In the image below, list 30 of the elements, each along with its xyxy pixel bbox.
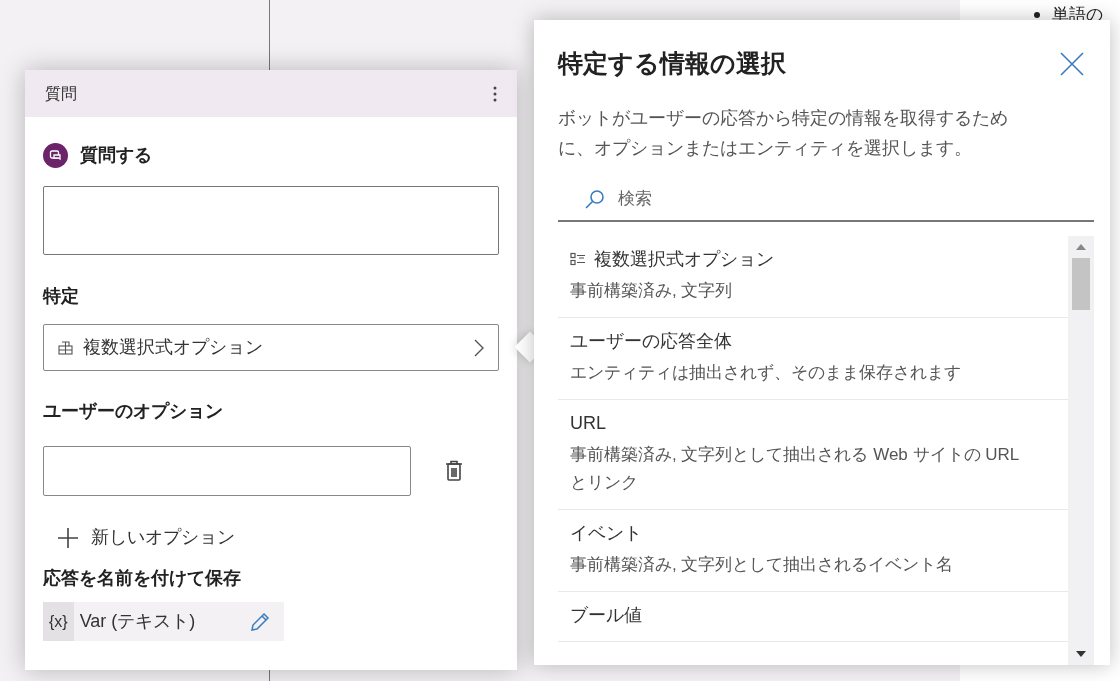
scroll-up-icon[interactable] xyxy=(1076,243,1086,250)
message-field[interactable] xyxy=(43,186,499,255)
close-icon[interactable] xyxy=(1060,51,1084,76)
variable-chip[interactable]: {x} Var (テキスト) xyxy=(43,602,284,641)
identify-select[interactable]: 複数選択式オプション xyxy=(43,324,499,371)
field-label: 特定 xyxy=(43,285,80,308)
search-field[interactable]: 検索 xyxy=(618,185,1094,212)
card-title: 質問 xyxy=(45,83,77,104)
grid-icon xyxy=(58,340,73,355)
trash-icon[interactable] xyxy=(445,460,463,482)
add-option-button[interactable]: 新しいオプション xyxy=(57,524,235,551)
list-icon xyxy=(570,252,586,266)
field-label: 応答を名前を付けて保存 xyxy=(43,567,242,590)
more-icon[interactable] xyxy=(493,85,497,102)
panel-description: ボットがユーザーの応答から特定の情報を取得するために、オプションまたはエンティティを選択します。 xyxy=(558,106,1009,160)
plus-icon xyxy=(57,526,79,549)
search-icon xyxy=(584,187,606,210)
field-label: ユーザーのオプション xyxy=(43,400,224,423)
chat-icon xyxy=(43,143,68,168)
section-title: 質問する xyxy=(80,144,152,167)
option-field[interactable] xyxy=(43,446,411,496)
chevron-right-icon xyxy=(474,338,484,357)
variable-name: Var (テキスト) xyxy=(79,610,196,633)
scrollbar-thumb[interactable] xyxy=(1072,257,1090,310)
panel-title: 特定する情報の選択 xyxy=(558,48,786,79)
pencil-icon[interactable] xyxy=(250,611,270,632)
entity-item[interactable]: ブール値 xyxy=(558,591,1068,642)
scroll-down-icon[interactable] xyxy=(1076,651,1086,657)
bullet-icon xyxy=(1034,11,1040,18)
variable-prefix: {x} xyxy=(43,602,74,641)
